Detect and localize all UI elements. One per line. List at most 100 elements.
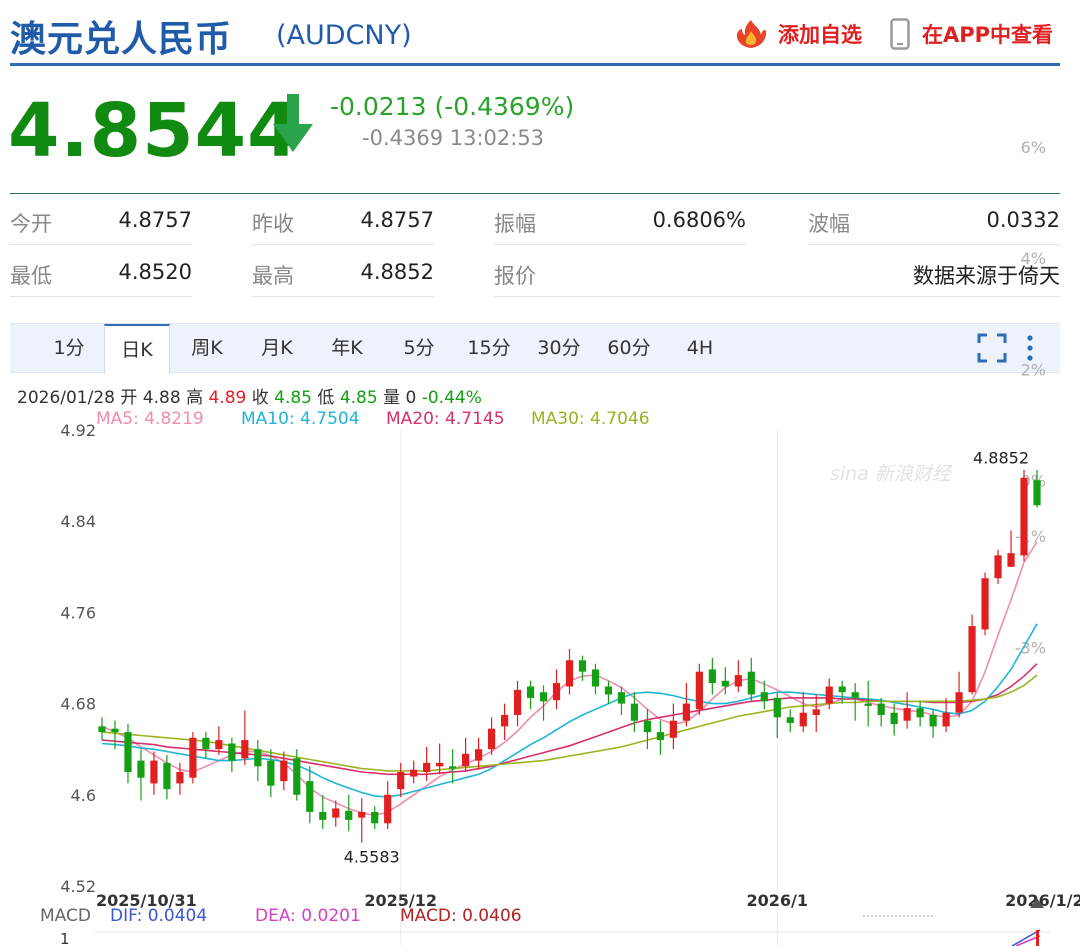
- candle-body: [565, 660, 574, 687]
- pct-tick-label: 6%: [1021, 138, 1046, 157]
- candle-body: [916, 708, 924, 718]
- drag-handle-dot: [902, 914, 906, 918]
- candle: [513, 680, 522, 727]
- candle: [137, 749, 145, 801]
- candle: [397, 762, 405, 798]
- drag-handle-dot: [894, 914, 898, 918]
- candle-body: [799, 712, 807, 727]
- candle-body: [384, 794, 392, 824]
- candle: [423, 746, 431, 782]
- pct-tick-label: -1%: [1015, 527, 1046, 546]
- candle-body: [747, 671, 755, 695]
- drag-handle-dot: [926, 914, 930, 918]
- candle: [604, 680, 613, 704]
- candle: [695, 663, 703, 715]
- x-tick-label: 2026/1: [747, 891, 809, 910]
- y-tick-label: 4.76: [60, 603, 96, 622]
- candle-body: [643, 720, 652, 733]
- candle-body: [1033, 480, 1041, 506]
- candle-body: [332, 808, 340, 818]
- candle: [1007, 530, 1015, 567]
- candle-body: [1020, 477, 1028, 556]
- candle: [565, 648, 574, 695]
- candle: [916, 701, 924, 727]
- drag-handle-dot: [922, 914, 926, 918]
- drag-handle-dot: [930, 914, 934, 918]
- candle-body: [111, 728, 119, 733]
- candle-body: [487, 728, 496, 750]
- drag-handle-dot: [866, 914, 870, 918]
- candle: [150, 751, 158, 795]
- candle-body: [241, 740, 249, 759]
- candle: [319, 794, 327, 829]
- candle-body: [903, 708, 911, 721]
- candle-body: [228, 743, 236, 761]
- candle-body: [890, 712, 898, 725]
- candle: [591, 663, 600, 695]
- y-tick-label: 4.6: [71, 786, 96, 805]
- candle: [682, 683, 690, 727]
- candle: [903, 692, 911, 729]
- candle-body: [124, 732, 132, 772]
- candle-body: [656, 732, 665, 741]
- candle-body: [630, 703, 639, 721]
- candle: [773, 692, 781, 738]
- sina-watermark: sina 新浪财经: [830, 463, 953, 485]
- pct-tick-label: 4%: [1021, 249, 1046, 268]
- candle: [994, 549, 1002, 584]
- candle-body: [500, 715, 509, 727]
- candle: [500, 703, 509, 741]
- candle: [474, 737, 483, 770]
- candle-body: [994, 555, 1002, 579]
- macd-bar: [1036, 930, 1039, 946]
- candle: [812, 694, 820, 733]
- candle: [410, 760, 418, 784]
- drag-handle-dot: [870, 914, 874, 918]
- candle-body: [449, 766, 457, 769]
- price-annotation: 4.8852: [973, 449, 1029, 468]
- candle-body: [825, 686, 833, 704]
- drag-handle-dot: [862, 914, 866, 918]
- candle-body: [410, 769, 418, 777]
- candle: [656, 720, 665, 755]
- candle-body: [604, 686, 613, 695]
- candle-body: [267, 760, 275, 786]
- candle-body: [773, 697, 781, 718]
- kline-chart[interactable]: 4.92 4.84 4.76 4.68 4.6 4.522025/10/31 2025/12…: [0, 0, 1080, 946]
- candle-body: [981, 578, 989, 630]
- drag-handle-dot: [890, 914, 894, 918]
- candle-body: [513, 689, 522, 715]
- candle-body: [423, 762, 431, 772]
- candle-body: [98, 726, 106, 733]
- candle: [202, 732, 210, 759]
- candle-body: [955, 692, 963, 713]
- candle-body: [695, 671, 703, 710]
- candle: [786, 709, 794, 733]
- candle: [630, 692, 639, 733]
- candle-body: [838, 686, 846, 693]
- candle-body: [163, 762, 171, 790]
- candle: [643, 709, 652, 750]
- candle-body: [552, 683, 561, 701]
- candle-body: [760, 692, 768, 702]
- drag-handle-dot: [910, 914, 914, 918]
- candle-body: [137, 760, 145, 778]
- candle-body: [539, 692, 548, 702]
- candle-body: [358, 811, 366, 818]
- candle-body: [721, 680, 729, 687]
- candle-body: [345, 810, 353, 820]
- candle-body: [306, 781, 314, 812]
- candle: [371, 806, 379, 829]
- candle-body: [371, 811, 379, 824]
- candle: [864, 680, 872, 727]
- drag-handle-dot: [874, 914, 878, 918]
- pct-tick-label: 2%: [1021, 360, 1046, 379]
- candle-body: [462, 753, 470, 767]
- y-tick-label: 4.68: [60, 695, 96, 714]
- y-tick-label: 4.84: [60, 512, 96, 531]
- drag-handle-dot: [882, 914, 886, 918]
- candle-body: [617, 692, 626, 704]
- candle-body: [397, 772, 405, 790]
- candle-body: [436, 762, 444, 767]
- candle: [98, 717, 106, 741]
